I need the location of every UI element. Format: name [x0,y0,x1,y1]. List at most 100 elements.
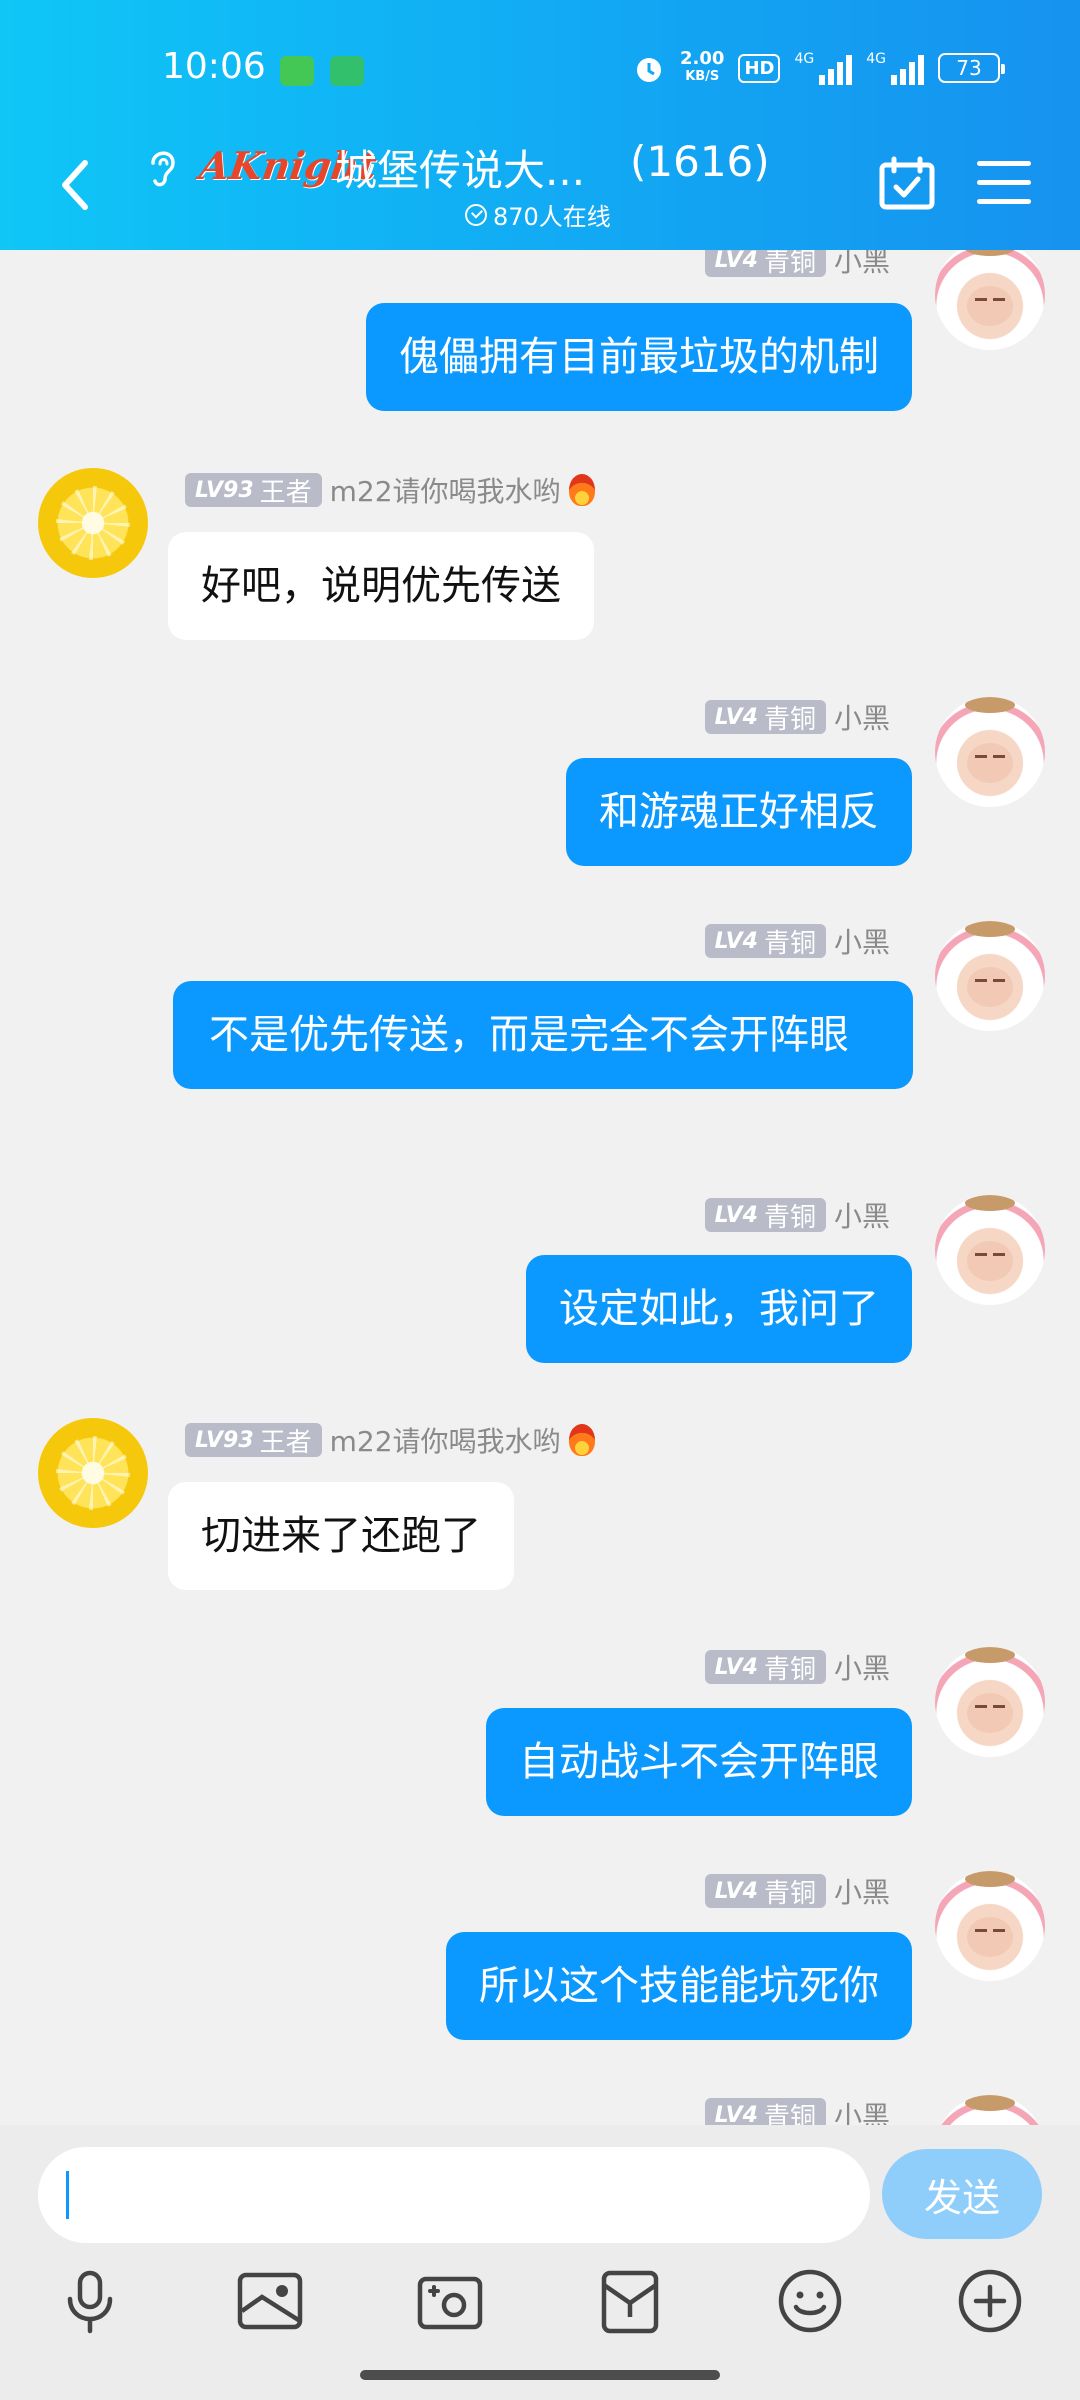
battery-level: 73 [956,56,982,80]
emoji-icon[interactable] [774,2265,846,2337]
avatar[interactable] [935,697,1045,807]
input-toolbar [0,2265,1080,2345]
username[interactable]: 小黑 [834,2095,890,2125]
status-bar: 10:06 2.00 KB/S HD 4G 4G 73 [0,40,1080,104]
rank-text: 王者 [259,477,312,508]
microphone-icon[interactable] [54,2265,126,2337]
rank-text: 王者 [259,1427,312,1458]
username[interactable]: 小黑 [834,1647,890,1687]
level-text: LV4 [714,928,758,954]
level-text: LV4 [714,2102,758,2126]
input-bar: 发送 [0,2125,1080,2400]
signal-label: 4G [794,51,815,67]
menu-icon[interactable] [977,161,1031,205]
rank-text: 青铜 [763,1654,816,1685]
signal-label-2: 4G [866,51,886,67]
store-app-icon [330,56,364,86]
send-button[interactable]: 发送 [882,2149,1042,2239]
rank-text: 青铜 [763,1878,816,1909]
username[interactable]: 小黑 [834,1871,890,1911]
level-badge: LV4 青铜 [704,250,826,278]
online-check-icon [465,203,487,226]
message-bubble[interactable]: 切进来了还跑了 [168,1482,514,1590]
message-meta: LV4 青铜 小黑 [704,250,890,280]
message-bubble[interactable]: 傀儡拥有目前最垃圾的机制 [366,303,912,411]
net-speed: 2.00 KB/S [680,50,724,86]
level-text: LV4 [714,250,758,273]
rank-text: 青铜 [763,928,816,959]
calendar-check-icon[interactable] [878,155,936,211]
message-bubble[interactable]: 所以这个技能能坑死你 [446,1932,912,2040]
level-badge: LV93 王者 [185,1423,322,1458]
group-title[interactable]: 城堡传说大... [335,137,585,198]
wallet-icon[interactable] [594,2265,666,2337]
level-text: LV4 [714,1654,758,1680]
level-badge: LV4 青铜 [704,1874,826,1909]
username[interactable]: m22请你喝我水哟 [330,1420,561,1460]
message-bubble[interactable]: 好吧，说明优先传送 [168,532,594,640]
status-time: 10:06 [162,46,266,87]
avatar[interactable] [935,2095,1045,2125]
message-meta: LV4 青铜 小黑 [704,1647,890,1687]
image-icon[interactable] [234,2265,306,2337]
level-text: LV4 [714,1878,758,1904]
avatar[interactable] [935,1647,1045,1757]
rank-text: 青铜 [763,250,816,278]
level-text: LV4 [714,704,758,730]
camera-icon[interactable] [414,2265,486,2337]
message-meta: LV93 王者 m22请你喝我水哟 [185,1420,595,1460]
fire-icon [568,474,595,506]
message-meta: LV4 青铜 小黑 [704,921,890,961]
message-bubble[interactable]: 自动战斗不会开阵眼 [486,1708,912,1816]
avatar[interactable] [935,1195,1045,1305]
level-badge: LV4 青铜 [704,700,826,735]
signal-icon: 4G [794,51,853,85]
ear-icon[interactable] [145,145,181,191]
plus-icon[interactable] [954,2265,1026,2337]
rank-text: 青铜 [763,2102,816,2126]
avatar[interactable] [935,921,1045,1031]
username[interactable]: m22请你喝我水哟 [330,470,561,510]
message-bubble[interactable]: 和游魂正好相反 [566,758,912,866]
avatar[interactable] [935,1871,1045,1981]
signal-icon-2: 4G [866,51,924,85]
username[interactable]: 小黑 [834,1195,890,1235]
rank-text: 青铜 [763,1202,816,1233]
battery-icon: 73 [938,53,1005,83]
hd-badge: HD [738,53,781,83]
message-bubble[interactable]: 设定如此，我问了 [526,1255,912,1363]
message-app-icon [280,56,314,86]
status-right: 2.00 KB/S HD 4G 4G 73 [632,50,1005,86]
message-meta: LV4 青铜 小黑 [704,1195,890,1235]
message-meta: LV4 青铜 小黑 [704,2095,890,2126]
net-speed-unit: KB/S [685,69,720,84]
net-speed-value: 2.00 [680,48,725,69]
chat-header: 10:06 2.00 KB/S HD 4G 4G 73 AKnight 城堡传说大… [0,0,1080,250]
message-meta: LV4 青铜 小黑 [704,1871,890,1911]
member-count[interactable]: (1616) [630,137,770,186]
fire-icon [568,1424,595,1456]
message-meta: LV93 王者 m22请你喝我水哟 [185,470,595,510]
text-caret [66,2171,69,2219]
back-arrow-icon[interactable] [55,155,95,215]
alarm-icon [637,58,662,82]
online-count: 870人在线 [493,203,611,231]
level-badge: LV93 王者 [185,473,322,508]
rank-text: 青铜 [763,704,816,735]
level-text: LV93 [195,1427,254,1453]
avatar[interactable] [38,468,148,578]
home-indicator[interactable] [360,2370,720,2380]
username[interactable]: 小黑 [834,921,890,961]
message-bubble[interactable]: 不是优先传送，而是完全不会开阵眼 [173,981,913,1089]
message-input[interactable] [38,2147,870,2243]
level-badge: LV4 青铜 [704,924,826,959]
message-list[interactable]: LV4 青铜 小黑 傀儡拥有目前最垃圾的机制 LV93 王者 m22请你喝我水哟 好… [0,250,1080,2125]
username[interactable]: 小黑 [834,250,890,280]
online-status: 870人在线 [465,197,611,232]
username[interactable]: 小黑 [834,697,890,737]
level-badge: LV4 青铜 [704,1650,826,1685]
avatar[interactable] [935,250,1045,350]
level-badge: LV4 青铜 [704,2098,826,2126]
level-text: LV93 [195,477,254,503]
avatar[interactable] [38,1418,148,1528]
